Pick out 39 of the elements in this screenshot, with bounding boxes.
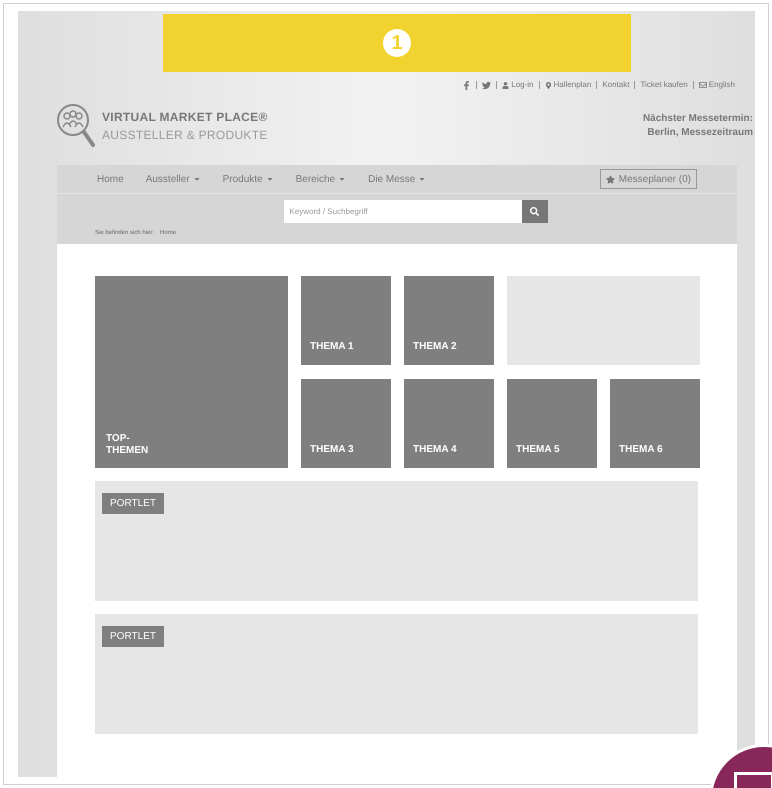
portlet-label: PORTLET	[102, 493, 164, 514]
top-link[interactable]: Ticket kaufen	[640, 79, 688, 91]
step-number: 1	[383, 29, 411, 57]
topic-tile[interactable]: THEMA 3	[301, 379, 391, 468]
topic-tile[interactable]: THEMA 5	[507, 379, 597, 468]
bird-icon[interactable]	[482, 80, 492, 90]
nav-item[interactable]: Bereiche	[296, 172, 346, 186]
top-link[interactable]: Hallenplan	[544, 79, 592, 91]
caret-icon	[418, 175, 426, 183]
planner-button[interactable]: Messeplaner (0)	[600, 169, 697, 189]
topic-tile[interactable]: TOP- THEMEN	[95, 276, 288, 468]
user-icon	[502, 82, 510, 88]
top-link[interactable]: Log-in	[502, 79, 534, 91]
next-event-label: Nächster Messetermin:	[642, 112, 753, 126]
nav-item[interactable]: Die Messe	[368, 172, 426, 186]
magnifier-people-icon	[56, 103, 96, 149]
topic-tile[interactable]: THEMA 6	[610, 379, 700, 468]
nav-item[interactable]: Produkte	[222, 172, 274, 186]
top-link[interactable]: English	[698, 79, 735, 91]
envelope-icon	[698, 81, 707, 89]
portlet-label: PORTLET	[102, 626, 164, 647]
topic-tile[interactable]: THEMA 4	[404, 379, 494, 468]
brand-subtitle: AUSSTELLER & PRODUKTE	[102, 127, 268, 144]
brand-title: VIRTUAL MARKET PLACE®	[102, 109, 268, 126]
search-field[interactable]: Keyword / Suchbegriff	[284, 200, 522, 223]
next-event-place: Berlin, Messezeitraum	[647, 126, 753, 140]
caret-icon	[266, 175, 274, 183]
star-icon	[606, 174, 615, 184]
top-link[interactable]: Kontakt	[602, 79, 630, 91]
caret-icon	[192, 175, 201, 183]
facebook-icon[interactable]	[462, 80, 472, 90]
pin-icon	[544, 82, 552, 88]
topic-tile[interactable]: THEMA 1	[301, 276, 391, 365]
nav-item[interactable]: Home	[97, 172, 124, 186]
caret-icon	[338, 175, 346, 183]
nav-item[interactable]: Aussteller	[146, 172, 201, 186]
search-icon	[530, 207, 539, 216]
topic-tile[interactable]: THEMA 2	[404, 276, 494, 365]
search-button[interactable]	[522, 200, 548, 223]
